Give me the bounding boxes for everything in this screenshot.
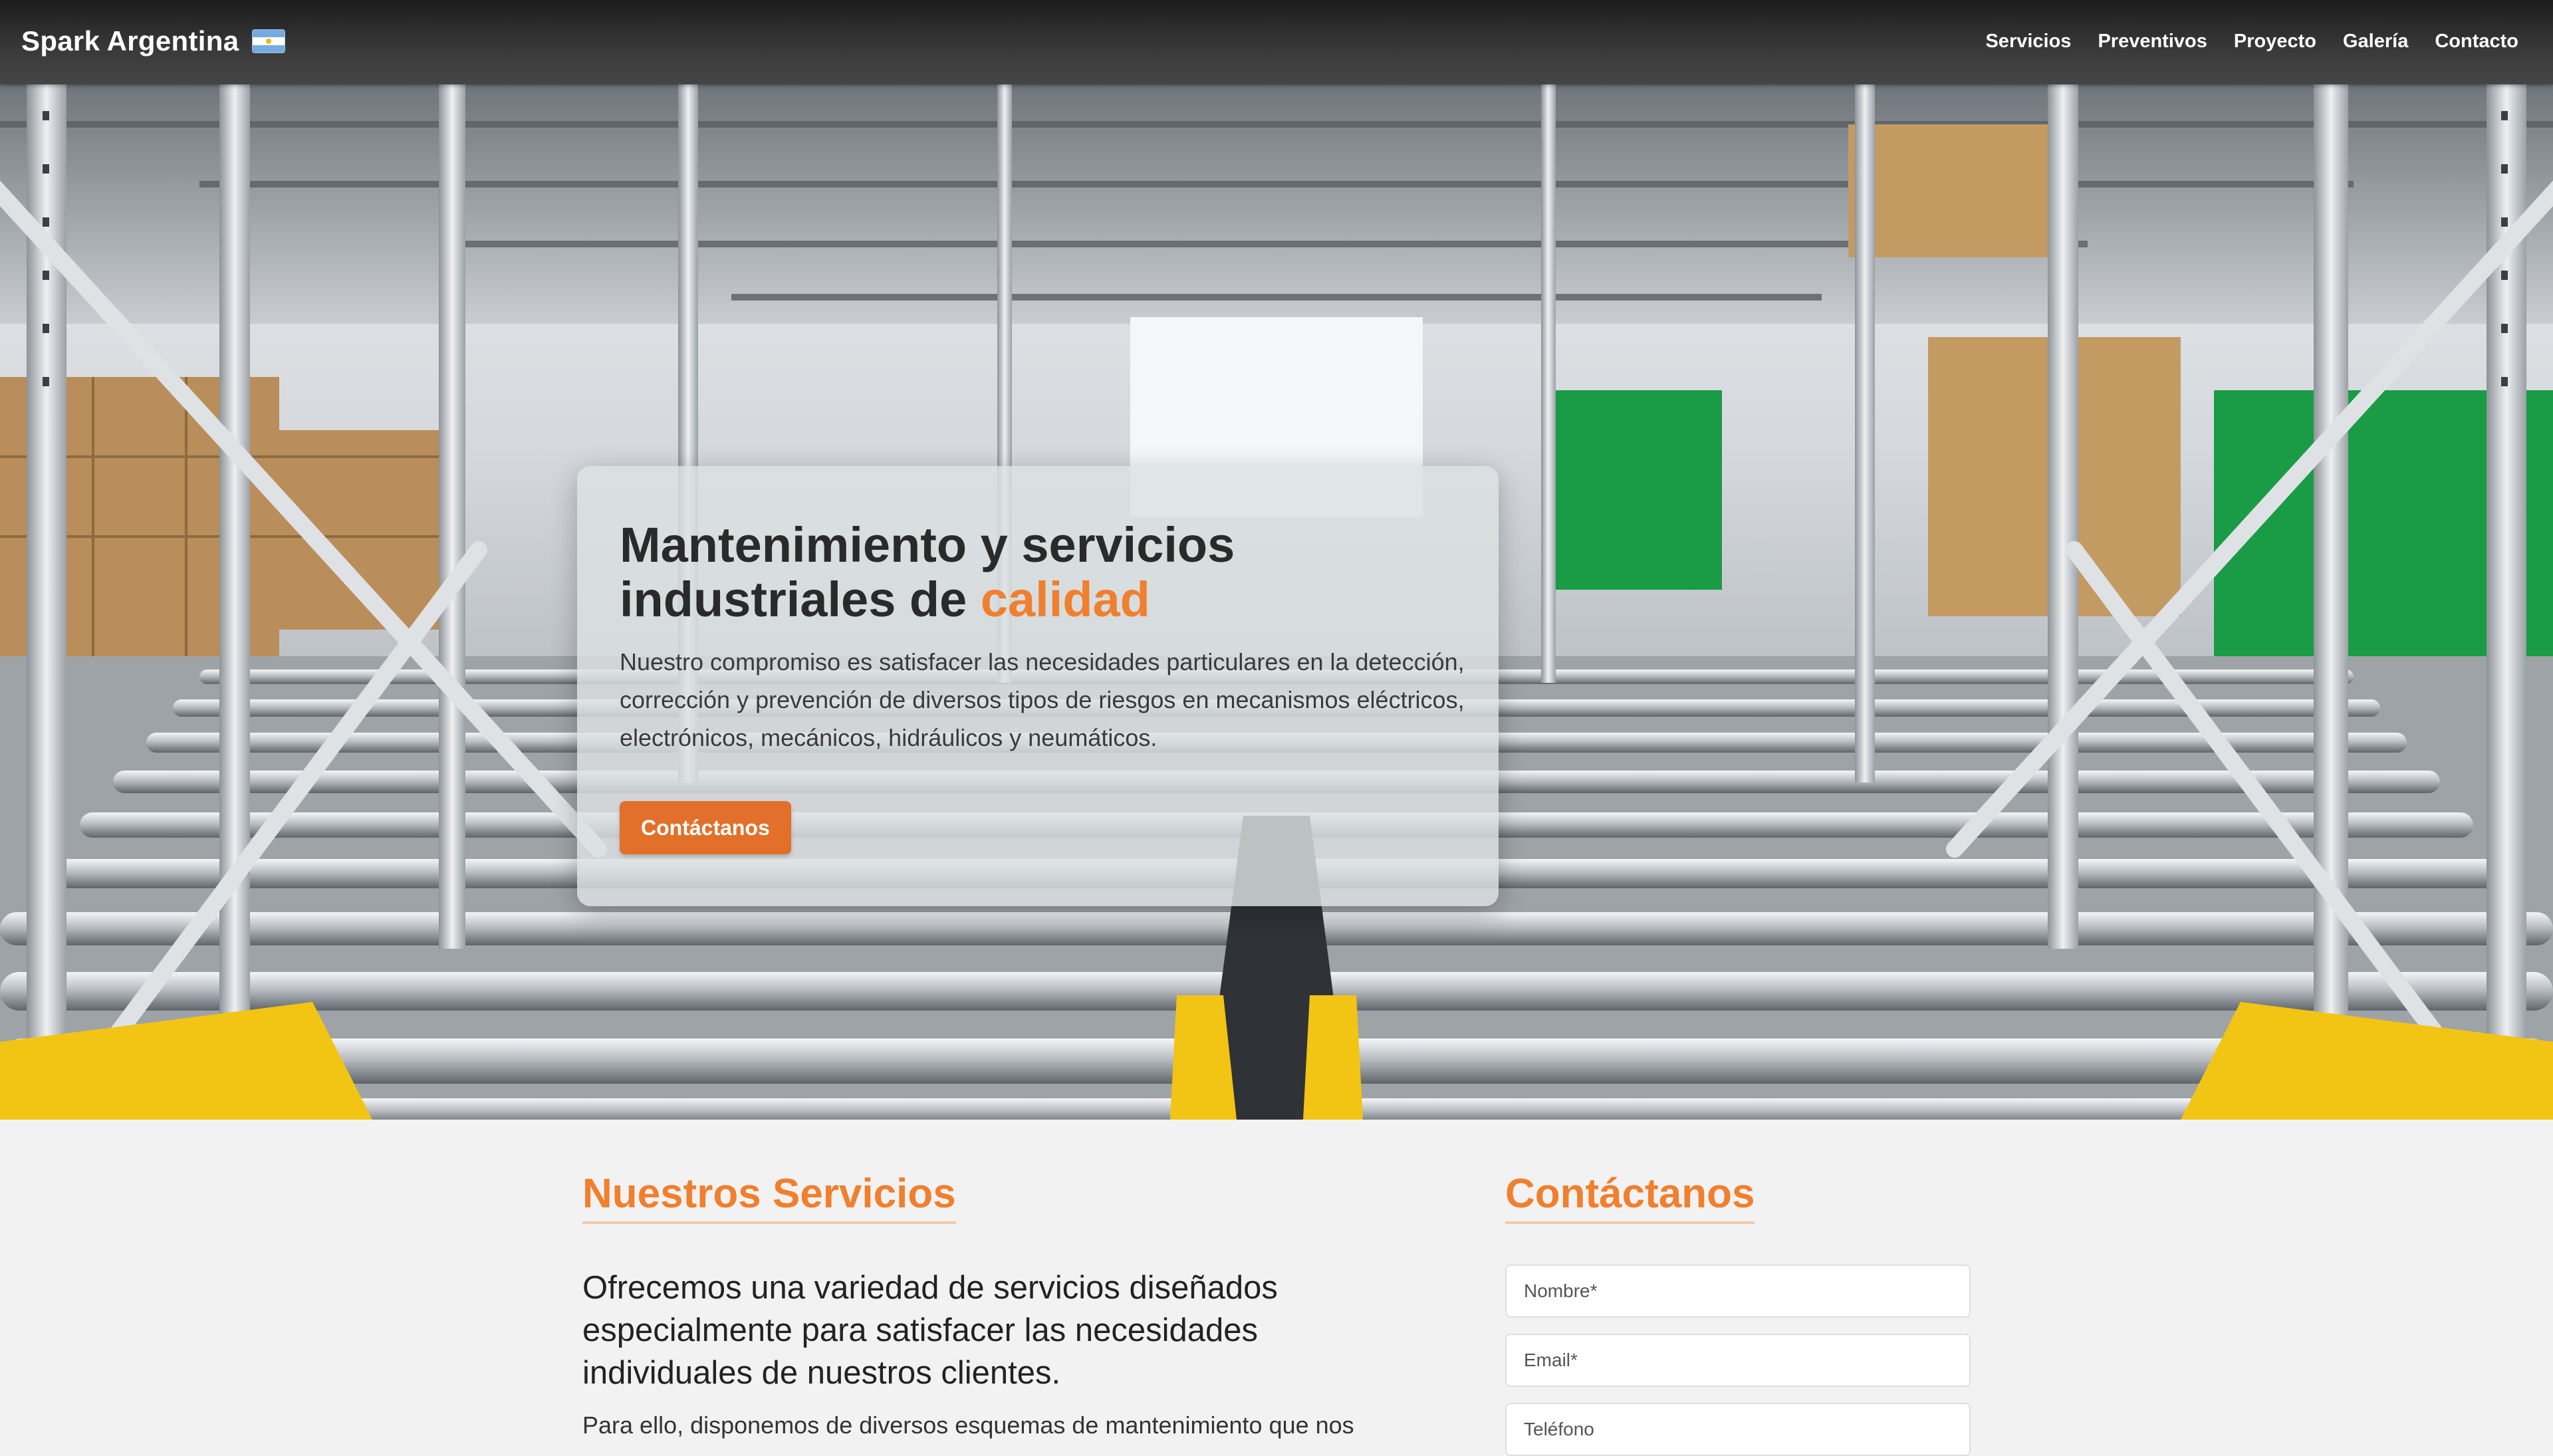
contact-section: Contáctanos [1505,1170,1971,1456]
contact-title: Contáctanos [1505,1170,1755,1224]
top-navbar: Spark Argentina Servicios Preventivos Pr… [0,0,2553,84]
hero-section: Mantenimiento y servicios industriales d… [0,84,2553,1120]
phone-field[interactable] [1505,1403,1971,1456]
nav-link-servicios[interactable]: Servicios [1985,31,2071,53]
hero-card: Mantenimiento y servicios industriales d… [577,466,1499,906]
hero-title: Mantenimiento y servicios industriales d… [620,517,1235,627]
services-lead: Ofrecemos una variedad de servicios dise… [582,1270,1278,1391]
main-menu: Servicios Preventivos Proyecto Galería C… [1985,31,2518,53]
services-title: Nuestros Servicios [582,1170,956,1224]
services-body: Para ello, disponemos de diversos esquem… [582,1411,1354,1439]
nav-link-preventivos[interactable]: Preventivos [2098,31,2207,53]
contact-cta-button[interactable]: Contáctanos [620,801,791,854]
services-section: Nuestros Servicios Ofrecemos una varieda… [582,1170,1447,1443]
hero-title-accent: calidad [980,572,1150,627]
argentina-flag-icon [252,29,286,53]
nav-link-galeria[interactable]: Galería [2343,31,2408,53]
brand[interactable]: Spark Argentina [21,25,286,57]
hero-description: Nuestro compromiso es satisfacer las nec… [620,648,1465,751]
email-field[interactable] [1505,1334,1971,1387]
nav-link-proyecto[interactable]: Proyecto [2234,31,2316,53]
name-field[interactable] [1505,1265,1971,1318]
brand-name[interactable]: Spark Argentina [21,25,239,57]
nav-link-contacto[interactable]: Contacto [2435,31,2518,53]
